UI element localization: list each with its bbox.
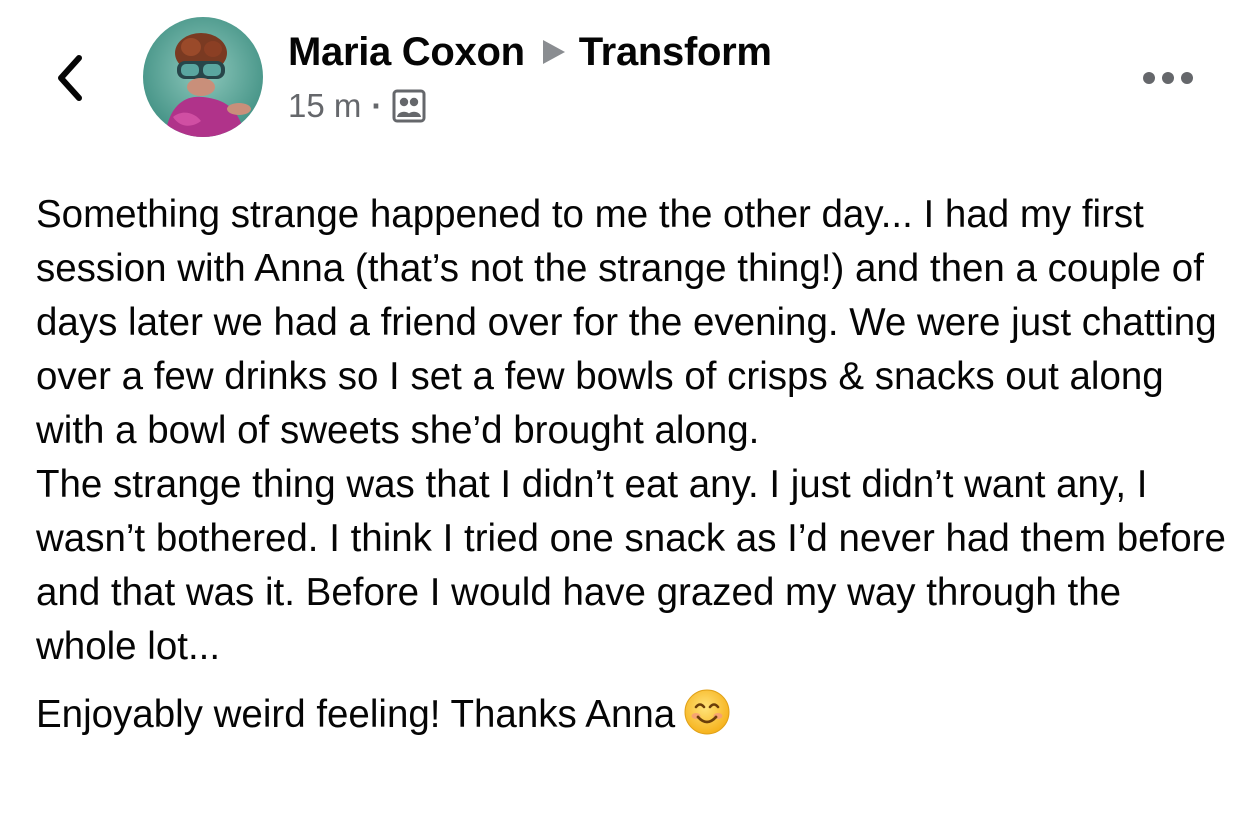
post-closing-line: Enjoyably weird feeling! Thanks Anna bbox=[36, 688, 1226, 742]
meta-separator: · bbox=[371, 87, 383, 124]
post-paragraph: The strange thing was that I didn’t eat … bbox=[36, 463, 1226, 668]
avatar-photo bbox=[143, 17, 263, 137]
more-options-icon bbox=[1143, 72, 1193, 84]
group-audience-icon bbox=[392, 89, 426, 123]
post-body: Something strange happened to me the oth… bbox=[36, 188, 1226, 742]
back-button[interactable] bbox=[50, 50, 90, 106]
group-name[interactable]: Transform bbox=[579, 30, 772, 75]
post-meta: 15 m · bbox=[288, 86, 426, 126]
more-options-button[interactable] bbox=[1138, 60, 1198, 96]
chevron-left-icon bbox=[58, 55, 82, 101]
author-name[interactable]: Maria Coxon bbox=[288, 30, 525, 75]
post-paragraph: Something strange happened to me the oth… bbox=[36, 193, 1217, 452]
play-arrow-icon bbox=[542, 40, 565, 64]
post-header-names: Maria Coxon Transform bbox=[288, 28, 772, 76]
post-paragraph: Enjoyably weird feeling! Thanks Anna bbox=[36, 693, 676, 736]
avatar[interactable] bbox=[143, 17, 263, 137]
smiling-face-emoji bbox=[683, 688, 731, 736]
post-timestamp[interactable]: 15 m bbox=[288, 87, 361, 125]
